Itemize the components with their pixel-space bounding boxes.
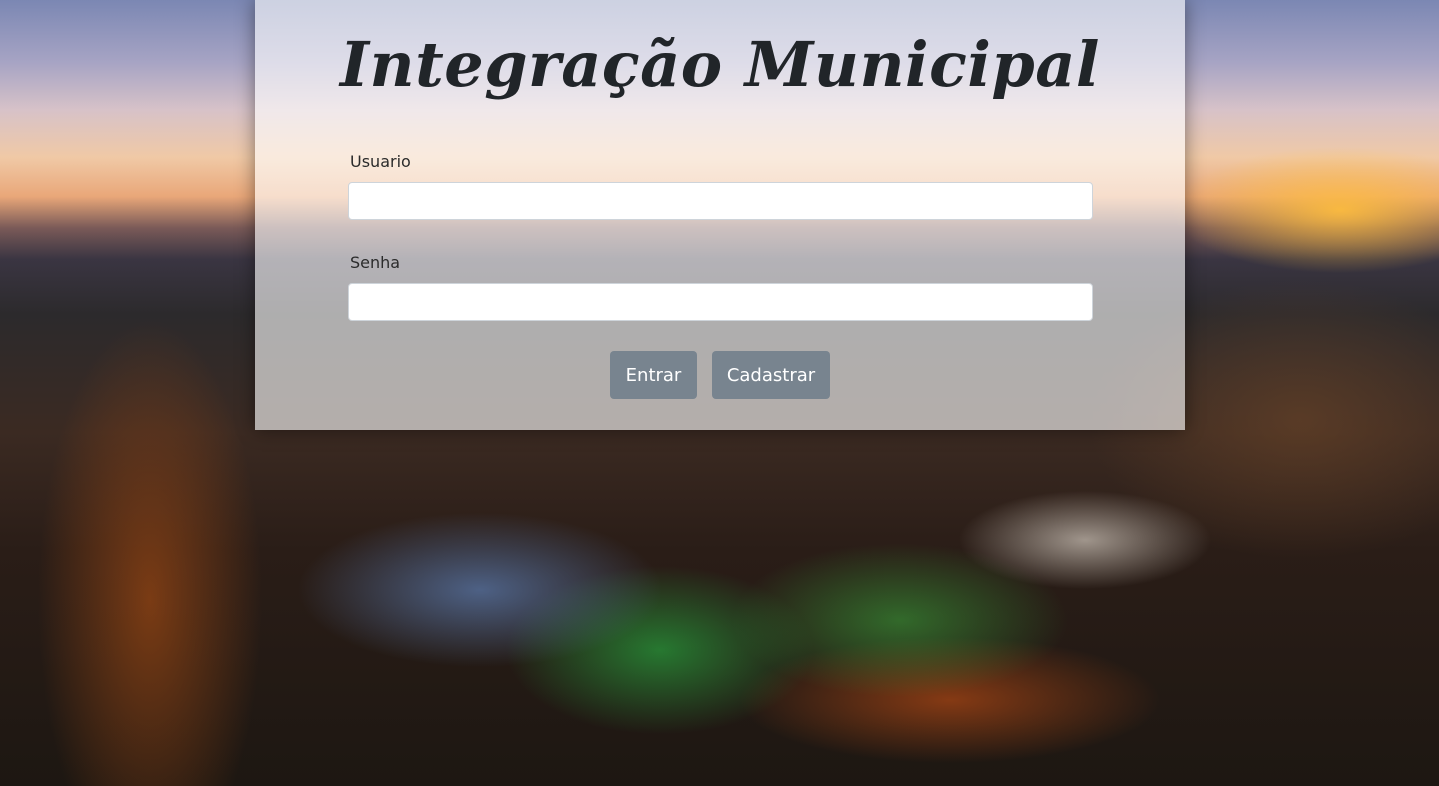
login-panel: Integração Municipal Usuario Senha Entra… (255, 0, 1185, 430)
senha-input[interactable] (348, 283, 1093, 321)
entrar-button[interactable]: Entrar (610, 351, 697, 399)
page-title: Integração Municipal (340, 28, 1100, 101)
senha-label: Senha (350, 253, 401, 272)
cadastrar-button[interactable]: Cadastrar (712, 351, 830, 399)
usuario-input[interactable] (348, 182, 1093, 220)
usuario-label: Usuario (350, 152, 411, 171)
